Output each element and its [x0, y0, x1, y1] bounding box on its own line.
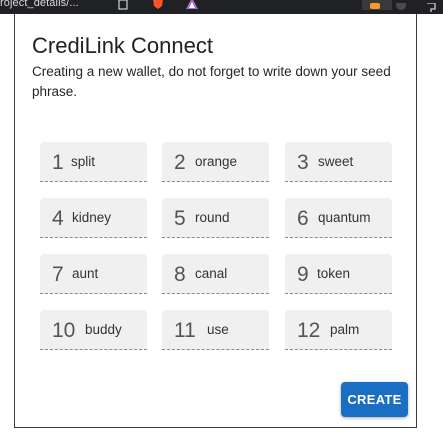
seed-word-4[interactable]: 4 kidney: [40, 198, 147, 238]
seed-word-number: 3: [297, 151, 309, 174]
seed-word-number: 4: [52, 207, 64, 230]
seed-word-text: token: [317, 266, 351, 281]
seed-word-number: 6: [297, 207, 309, 230]
seed-word-number: 5: [174, 207, 186, 230]
brave-shield-icon[interactable]: [152, 0, 164, 9]
page-background-left: [0, 14, 14, 444]
seed-word-3[interactable]: 3 sweet: [285, 142, 392, 182]
seed-word-text: aunt: [72, 266, 99, 281]
seed-word-11[interactable]: 11 use: [162, 310, 269, 350]
profile-icon[interactable]: [394, 0, 408, 10]
seed-word-5[interactable]: 5 round: [162, 198, 269, 238]
seed-word-number: 2: [174, 151, 186, 174]
seed-word-text: kidney: [72, 210, 112, 225]
puzzle-icon[interactable]: [425, 0, 439, 12]
seed-word-number: 9: [297, 263, 309, 286]
seed-word-text: quantum: [318, 210, 371, 225]
dialog-subtitle: Creating a new wallet, do not forget to …: [32, 64, 391, 99]
seed-word-7[interactable]: 7 aunt: [40, 254, 147, 294]
browser-tab-title[interactable]: roject_details/...: [0, 0, 79, 9]
seed-word-text: split: [71, 154, 96, 169]
seed-word-9[interactable]: 9 token: [285, 254, 392, 294]
seed-word-text: palm: [330, 322, 360, 337]
seed-word-1[interactable]: 1 split: [40, 142, 147, 182]
seed-word-8[interactable]: 8 canal: [162, 254, 269, 294]
seed-word-text: use: [207, 322, 229, 337]
seed-word-10[interactable]: 10 buddy: [40, 310, 147, 350]
seed-word-text: orange: [195, 154, 238, 169]
seed-phrase-grid: 1 split 2 orange 3 sweet 4 kidney 5 roun…: [40, 142, 392, 350]
dialog-title: CrediLink Connect: [32, 33, 213, 58]
seed-word-12[interactable]: 12 palm: [285, 310, 392, 350]
seed-word-number: 10: [52, 319, 76, 342]
seed-word-number: 12: [297, 319, 321, 342]
seed-word-number: 8: [174, 263, 186, 286]
browser-toolbar: roject_details/...: [0, 0, 443, 14]
copy-icon[interactable]: [118, 0, 130, 10]
create-button[interactable]: CREATE: [341, 382, 408, 417]
brave-rewards-icon[interactable]: [186, 0, 198, 9]
extension-wallet-icon[interactable]: [362, 0, 392, 10]
seed-word-text: buddy: [85, 322, 122, 337]
page-background-right: [417, 14, 443, 444]
seed-word-number: 1: [52, 151, 64, 174]
seed-word-number: 7: [52, 263, 64, 286]
seed-word-2[interactable]: 2 orange: [162, 142, 269, 182]
seed-word-6[interactable]: 6 quantum: [285, 198, 392, 238]
seed-word-text: sweet: [318, 154, 354, 169]
seed-word-text: canal: [195, 266, 228, 281]
seed-word-number: 11: [174, 319, 196, 342]
seed-word-text: round: [195, 210, 230, 225]
